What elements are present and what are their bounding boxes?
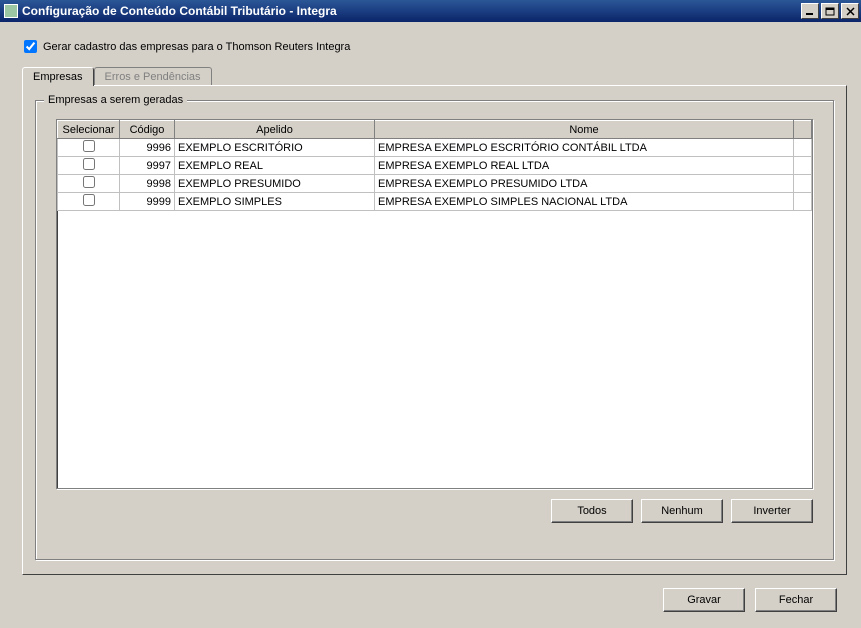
footer-button-row: Gravar Fechar [663,588,837,612]
groupbox-empresas: Empresas a serem geradas Selecionar Códi… [35,100,834,560]
selection-button-row: Todos Nenhum Inverter [46,489,823,523]
row-select-cell[interactable] [58,193,120,211]
close-button[interactable] [841,3,859,19]
generate-checkbox-row: Gerar cadastro das empresas para o Thoms… [24,40,843,53]
row-select-checkbox[interactable] [83,140,95,152]
tab-erros[interactable]: Erros e Pendências [94,67,212,86]
row-extra [794,157,812,175]
row-select-checkbox[interactable] [83,194,95,206]
tab-strip: Empresas Erros e Pendências [22,65,847,86]
companies-grid[interactable]: Selecionar Código Apelido Nome 9996EXEMP… [56,119,813,489]
generate-checkbox[interactable] [24,40,37,53]
table-row[interactable]: 9999EXEMPLO SIMPLESEMPRESA EXEMPLO SIMPL… [58,193,812,211]
row-apelido: EXEMPLO PRESUMIDO [175,175,375,193]
title-bar: Configuração de Conteúdo Contábil Tribut… [0,0,861,22]
row-extra [794,193,812,211]
grid-header-row: Selecionar Código Apelido Nome [58,121,812,139]
row-extra [794,175,812,193]
window-title: Configuração de Conteúdo Contábil Tribut… [22,4,799,18]
row-select-cell[interactable] [58,157,120,175]
row-nome: EMPRESA EXEMPLO REAL LTDA [375,157,794,175]
maximize-button[interactable] [821,3,839,19]
row-nome: EMPRESA EXEMPLO SIMPLES NACIONAL LTDA [375,193,794,211]
gravar-button[interactable]: Gravar [663,588,745,612]
row-codigo: 9998 [120,175,175,193]
row-select-checkbox[interactable] [83,176,95,188]
row-codigo: 9999 [120,193,175,211]
row-codigo: 9996 [120,139,175,157]
minimize-button[interactable] [801,3,819,19]
dialog-body: Gerar cadastro das empresas para o Thoms… [0,22,861,628]
row-extra [794,139,812,157]
todos-button[interactable]: Todos [551,499,633,523]
row-apelido: EXEMPLO SIMPLES [175,193,375,211]
generate-checkbox-label: Gerar cadastro das empresas para o Thoms… [43,41,350,53]
table-row[interactable]: 9998EXEMPLO PRESUMIDOEMPRESA EXEMPLO PRE… [58,175,812,193]
row-nome: EMPRESA EXEMPLO ESCRITÓRIO CONTÁBIL LTDA [375,139,794,157]
tab-container: Empresas Erros e Pendências Empresas a s… [22,65,847,575]
app-icon [4,4,18,18]
col-header-codigo[interactable]: Código [120,121,175,139]
window-controls [799,3,859,19]
row-codigo: 9997 [120,157,175,175]
groupbox-title: Empresas a serem geradas [44,94,187,106]
nenhum-button[interactable]: Nenhum [641,499,723,523]
row-select-checkbox[interactable] [83,158,95,170]
table-row[interactable]: 9997EXEMPLO REALEMPRESA EXEMPLO REAL LTD… [58,157,812,175]
col-header-selecionar[interactable]: Selecionar [58,121,120,139]
row-apelido: EXEMPLO ESCRITÓRIO [175,139,375,157]
row-select-cell[interactable] [58,139,120,157]
row-apelido: EXEMPLO REAL [175,157,375,175]
fechar-button[interactable]: Fechar [755,588,837,612]
inverter-button[interactable]: Inverter [731,499,813,523]
tab-empresas[interactable]: Empresas [22,67,94,86]
row-select-cell[interactable] [58,175,120,193]
row-nome: EMPRESA EXEMPLO PRESUMIDO LTDA [375,175,794,193]
tab-panel-empresas: Empresas a serem geradas Selecionar Códi… [22,85,847,575]
col-header-extra[interactable] [794,121,812,139]
col-header-nome[interactable]: Nome [375,121,794,139]
col-header-apelido[interactable]: Apelido [175,121,375,139]
table-row[interactable]: 9996EXEMPLO ESCRITÓRIOEMPRESA EXEMPLO ES… [58,139,812,157]
